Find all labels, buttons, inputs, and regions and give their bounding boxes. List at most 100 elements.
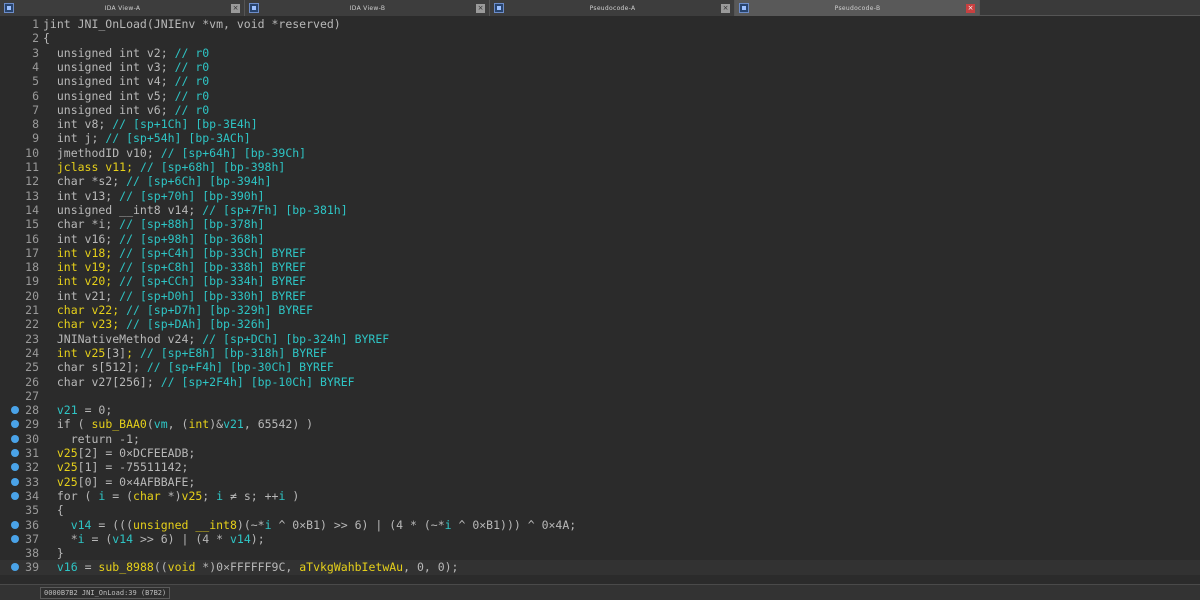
gutter[interactable]: 10 [0,146,40,160]
code-line[interactable]: 13 int v13; // [sp+70h] [bp-390h] [0,189,1200,203]
code-token-comment: // [sp+68h] [bp-398h] [139,160,286,174]
code-token: ( [146,417,154,432]
line-number: 4 [32,59,39,74]
gutter[interactable]: 34 [0,489,40,503]
code-line[interactable]: 12 char *s2; // [sp+6Ch] [bp-394h] [0,174,1200,188]
code-line[interactable]: 32 v25[1] = -75511142; [0,460,1200,474]
close-icon[interactable]: × [966,3,975,13]
gutter[interactable]: 23 [0,332,40,346]
code-line[interactable]: 37 *i = (v14 >> 6) | (4 * v14); [0,532,1200,546]
code-token: [1] = -75511142; [77,460,189,475]
code-line[interactable]: 15 char *i; // [sp+88h] [bp-378h] [0,217,1200,231]
gutter[interactable]: 36 [0,518,40,532]
code-line[interactable]: 18 int v19; // [sp+C8h] [bp-338h] BYREF [0,260,1200,274]
code-line[interactable]: 29 if ( sub_BAA0(vm, (int)&v21, 65542) ) [0,417,1200,431]
gutter[interactable]: 27 [0,389,40,403]
gutter[interactable]: 2 [0,31,40,45]
code-line[interactable]: 8 int v8; // [sp+1Ch] [bp-3E4h] [0,117,1200,131]
code-line[interactable]: 7 unsigned int v6; // r0 [0,103,1200,117]
code-line[interactable]: 4 unsigned int v3; // r0 [0,60,1200,74]
gutter[interactable]: 29 [0,417,40,431]
gutter[interactable]: 32 [0,460,40,474]
gutter[interactable]: 33 [0,475,40,489]
gutter[interactable]: 39 [0,560,40,574]
gutter[interactable]: 11 [0,160,40,174]
gutter[interactable]: 1 [0,17,40,31]
code-token-comment: // [sp+D7h] [bp-329h] BYREF [126,303,314,317]
code-line[interactable]: 25 char s[512]; // [sp+F4h] [bp-30Ch] BY… [0,360,1200,374]
code-line[interactable]: 3 unsigned int v2; // r0 [0,46,1200,60]
code-token-highlight: jclass v11; [43,160,140,174]
view-icon [494,3,504,13]
code-line[interactable]: 16 int v16; // [sp+98h] [bp-368h] [0,232,1200,246]
code-line[interactable]: 33 v25[0] = 0×4AFBBAFE; [0,475,1200,489]
code-line[interactable]: 10 jmethodID v10; // [sp+64h] [bp-39Ch] [0,146,1200,160]
gutter[interactable]: 20 [0,289,40,303]
code-line[interactable]: 30 return -1; [0,432,1200,446]
gutter[interactable]: 37 [0,532,40,546]
close-icon[interactable]: × [721,3,730,13]
close-icon[interactable]: × [476,3,485,13]
gutter[interactable]: 5 [0,74,40,88]
gutter[interactable]: 26 [0,375,40,389]
gutter[interactable]: 30 [0,432,40,446]
gutter[interactable]: 9 [0,131,40,145]
code-line[interactable]: 26 char v27[256]; // [sp+2F4h] [bp-10Ch]… [0,375,1200,389]
code-line[interactable]: 22 char v23; // [sp+DAh] [bp-326h] [0,317,1200,331]
code-line[interactable]: 35 { [0,503,1200,517]
code-line[interactable]: 14 unsigned __int8 v14; // [sp+7Fh] [bp-… [0,203,1200,217]
gutter[interactable]: 17 [0,246,40,260]
code-line[interactable]: 9 int j; // [sp+54h] [bp-3ACh] [0,131,1200,145]
code-line[interactable]: 24 int v25[3]; // [sp+E8h] [bp-318h] BYR… [0,346,1200,360]
code-line[interactable]: 20 int v21; // [sp+D0h] [bp-330h] BYREF [0,289,1200,303]
gutter[interactable]: 4 [0,60,40,74]
code-token: char v27[256]; [43,374,161,389]
code-line[interactable]: 39 v16 = sub_8988((void *)0×FFFFFF9C, aT… [0,560,1200,575]
code-line[interactable]: 11 jclass v11; // [sp+68h] [bp-398h] [0,160,1200,174]
code-line[interactable]: 1 jint JNI_OnLoad(JNIEnv *vm, void *reser… [0,17,1200,31]
code-line[interactable]: 23 JNINativeMethod v24; // [sp+DCh] [bp-… [0,332,1200,346]
code-line[interactable]: 2{ [0,31,1200,45]
gutter[interactable]: 21 [0,303,40,317]
code-token-comment: // r0 [174,45,210,60]
code-line[interactable]: 27 [0,389,1200,403]
gutter[interactable]: 15 [0,217,40,231]
gutter[interactable]: 14 [0,203,40,217]
code-line[interactable]: 28 v21 = 0; [0,403,1200,417]
gutter[interactable]: 16 [0,232,40,246]
pseudocode-view[interactable]: 1 jint JNI_OnLoad(JNIEnv *vm, void *reser… [0,16,1200,584]
tab-pseudocode-b[interactable]: Pseudocode-B × [735,0,980,16]
gutter[interactable]: 6 [0,89,40,103]
code-line[interactable]: 6 unsigned int v5; // r0 [0,89,1200,103]
gutter[interactable]: 35 [0,503,40,517]
code-line[interactable]: 31 v25[2] = 0×DCFEEADB; [0,446,1200,460]
gutter[interactable]: 38 [0,546,40,560]
gutter[interactable]: 12 [0,174,40,188]
code-line[interactable]: 5 unsigned int v4; // r0 [0,74,1200,88]
tab-ida-view-b[interactable]: IDA View-B × [245,0,490,16]
gutter[interactable]: 24 [0,346,40,360]
gutter[interactable]: 22 [0,317,40,331]
code-line[interactable]: 36 v14 = (((unsigned __int8)(~*i ^ 0×B1)… [0,518,1200,532]
code-token-comment: i [77,531,85,546]
close-icon[interactable]: × [231,3,240,13]
gutter[interactable]: 3 [0,46,40,60]
gutter[interactable]: 8 [0,117,40,131]
gutter[interactable]: 28 [0,403,40,417]
tab-ida-view-a[interactable]: IDA View-A × [0,0,245,16]
code-line[interactable]: 34 for ( i = (char *)v25; i ≠ s; ++i ) [0,489,1200,503]
code-token-comment: // [sp+DCh] [bp-324h] BYREF [202,331,390,346]
gutter[interactable]: 19 [0,274,40,288]
code-line[interactable]: 21 char v22; // [sp+D7h] [bp-329h] BYREF [0,303,1200,317]
gutter[interactable]: 13 [0,189,40,203]
line-number: 15 [25,217,39,232]
gutter[interactable]: 31 [0,446,40,460]
code-line[interactable]: 19 int v20; // [sp+CCh] [bp-334h] BYREF [0,274,1200,288]
gutter[interactable]: 25 [0,360,40,374]
gutter[interactable]: 7 [0,103,40,117]
code-text: unsigned int v3; // r0 [43,60,209,74]
gutter[interactable]: 18 [0,260,40,274]
code-line[interactable]: 38 } [0,546,1200,560]
code-line[interactable]: 17 int v18; // [sp+C4h] [bp-33Ch] BYREF [0,246,1200,260]
tab-pseudocode-a[interactable]: Pseudocode-A × [490,0,735,16]
